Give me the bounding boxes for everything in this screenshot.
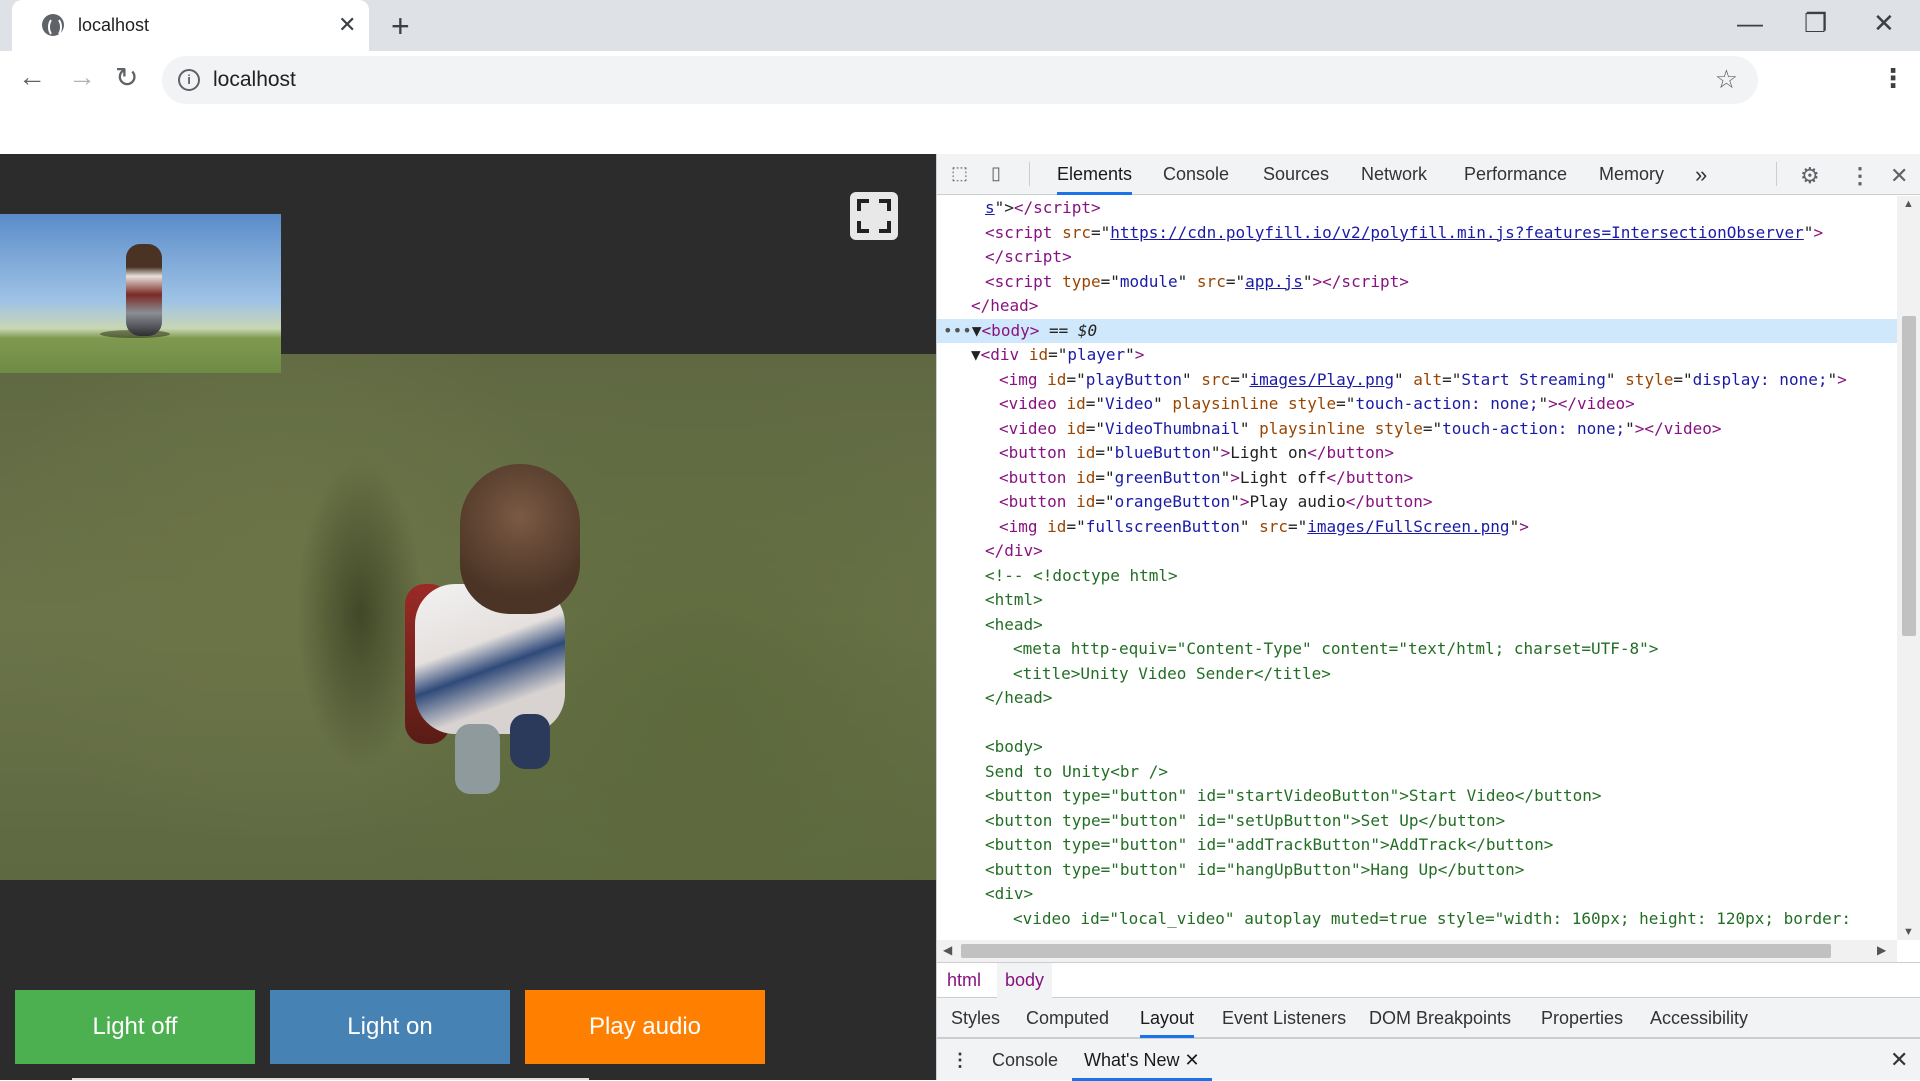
tab-network[interactable]: Network [1361,154,1427,195]
dom-node-line[interactable]: <video id="local_video" autoplay muted=t… [937,907,1897,931]
dom-node-line[interactable]: <button id="blueButton">Light on</button… [937,441,1897,465]
light-on-button[interactable]: Light on [270,990,510,1064]
inspect-element-icon[interactable]: ⬚ [951,163,971,185]
elements-tree[interactable]: s"></script> <script src="https://cdn.pol… [937,196,1897,940]
breadcrumb-html[interactable]: html [947,963,981,998]
dom-node-line[interactable]: <meta http-equiv="Content-Type" content=… [937,637,1897,661]
dom-node-line[interactable]: <body> [937,735,1897,759]
tab-close-icon[interactable]: ✕ [338,12,356,38]
globe-icon [42,14,64,37]
bookmark-star-icon[interactable]: ☆ [1715,64,1738,95]
url-text[interactable]: localhost [213,68,296,92]
subtab-properties[interactable]: Properties [1541,998,1623,1038]
dom-node-line[interactable]: <button type="button" id="startVideoButt… [937,784,1897,808]
subtab-layout[interactable]: Layout [1140,998,1195,1038]
dom-node-line[interactable]: <script src="https://cdn.polyfill.io/v2/… [937,221,1897,245]
dom-node-line[interactable]: </head> [937,294,1897,318]
minimize-button[interactable]: — [1737,8,1763,39]
tab-console[interactable]: Console [1163,154,1229,195]
address-bar[interactable]: i localhost ☆ [162,56,1758,104]
dom-node-line[interactable]: <div> [937,882,1897,906]
dom-node-line[interactable]: <script type="module" src="app.js"></scr… [937,270,1897,294]
dom-node-line[interactable]: <button id="greenButton">Light off</butt… [937,466,1897,490]
tab-performance[interactable]: Performance [1464,154,1567,195]
forward-arrow-icon[interactable]: → [68,61,96,93]
devtools-panel: ⬚ ▯ Elements Console Sources Network Per… [936,154,1920,1081]
breadcrumb: html body [937,962,1920,998]
drawer-tab-console[interactable]: Console [992,1039,1058,1081]
main-video[interactable] [0,354,936,880]
subtab-styles[interactable]: Styles [951,998,1000,1038]
play-audio-button[interactable]: Play audio [525,990,765,1064]
dom-node-line[interactable]: </div> [937,539,1897,563]
dom-node-line[interactable]: <button type="button" id="hangUpButton">… [937,858,1897,882]
more-tabs-icon[interactable]: » [1695,154,1707,195]
browser-toolbar: ← → ↻ i localhost ☆ ⋮ [0,51,1920,155]
light-off-button[interactable]: Light off [15,990,255,1064]
dom-node-line[interactable]: <img id="fullscreenButton" src="images/F… [937,515,1897,539]
drawer-menu-icon[interactable]: ⋮ [951,1039,969,1081]
tab-elements[interactable]: Elements [1057,154,1133,195]
browser-menu-icon[interactable]: ⋮ [1880,63,1906,94]
dom-node-line[interactable]: </script> [937,245,1897,269]
page-viewport: Light off Light on Play audio [0,154,936,1080]
dom-node-line[interactable]: <button type="button" id="setUpButton">S… [937,809,1897,833]
selected-dom-node[interactable]: •••▼<body> == $0 [937,318,1897,343]
back-arrow-icon[interactable]: ← [18,61,46,93]
dom-node-line[interactable]: <!-- <!doctype html> [937,564,1897,588]
dom-node-line[interactable]: <video id="Video" playsinline style="tou… [937,392,1897,416]
drawer-tab-whats-new-label: What's New [1084,1050,1180,1070]
tab-strip: localhost ✕ + — ❐ ✕ [0,0,1920,51]
subtab-event-listeners[interactable]: Event Listeners [1222,998,1346,1038]
subtab-dom-breakpoints[interactable]: DOM Breakpoints [1369,998,1511,1038]
gear-icon[interactable]: ⚙ [1800,163,1820,188]
maximize-button[interactable]: ❐ [1804,8,1827,39]
dom-node-line[interactable]: s"></script> [937,196,1897,220]
dom-node-line[interactable]: ▼<div id="player"> [937,343,1897,367]
dom-node-line[interactable]: <button type="button" id="addTrackButton… [937,833,1897,857]
video-thumbnail[interactable] [0,214,281,373]
subtab-computed[interactable]: Computed [1026,998,1109,1038]
styles-subtabs: Styles Computed Layout Event Listeners D… [937,998,1920,1038]
new-tab-button[interactable]: + [391,8,410,45]
dom-node-line[interactable]: <head> [937,613,1897,637]
drawer-tab-whats-new[interactable]: What's New ✕ [1072,1039,1212,1081]
device-toolbar-icon[interactable]: ▯ [991,163,1011,185]
reload-icon[interactable]: ↻ [115,61,138,94]
close-icon[interactable]: ✕ [1890,163,1910,188]
dom-node-line[interactable]: <title>Unity Video Sender</title> [937,662,1897,686]
tab-memory[interactable]: Memory [1599,154,1664,195]
horizontal-scrollbar[interactable]: ◀ ▶ [937,940,1897,962]
vertical-scrollbar[interactable]: ▲ ▼ [1897,196,1920,940]
drawer-tab-close-icon[interactable]: ✕ [1184,1050,1199,1070]
dom-node-line[interactable]: <html> [937,588,1897,612]
dom-node-line[interactable]: <img id="playButton" src="images/Play.pn… [937,368,1897,392]
drawer-close-icon[interactable]: ✕ [1890,1039,1908,1081]
fullscreen-icon[interactable] [850,192,898,240]
breadcrumb-body[interactable]: body [997,963,1053,998]
dom-node-line[interactable] [937,711,1897,735]
devtools-tabbar: ⬚ ▯ Elements Console Sources Network Per… [937,154,1920,195]
dom-node-line[interactable]: <video id="VideoThumbnail" playsinline s… [937,417,1897,441]
tab-sources[interactable]: Sources [1263,154,1329,195]
drawer-tabbar: ⋮ Console What's New ✕ ✕ [937,1038,1920,1081]
window-close-button[interactable]: ✕ [1873,8,1895,39]
subtab-accessibility[interactable]: Accessibility [1650,998,1748,1038]
tab-title: localhost [78,15,150,35]
devtools-menu-icon[interactable]: ⋮ [1849,163,1871,188]
dom-node-line[interactable]: </head> [937,686,1897,710]
character-figure [400,464,600,794]
info-icon[interactable]: i [178,69,200,91]
thumbnail-character [126,244,162,336]
dom-node-line[interactable]: <button id="orangeButton">Play audio</bu… [937,490,1897,514]
browser-tab[interactable]: localhost ✕ [12,0,369,51]
dom-node-line[interactable]: Send to Unity<br /> [937,760,1897,784]
